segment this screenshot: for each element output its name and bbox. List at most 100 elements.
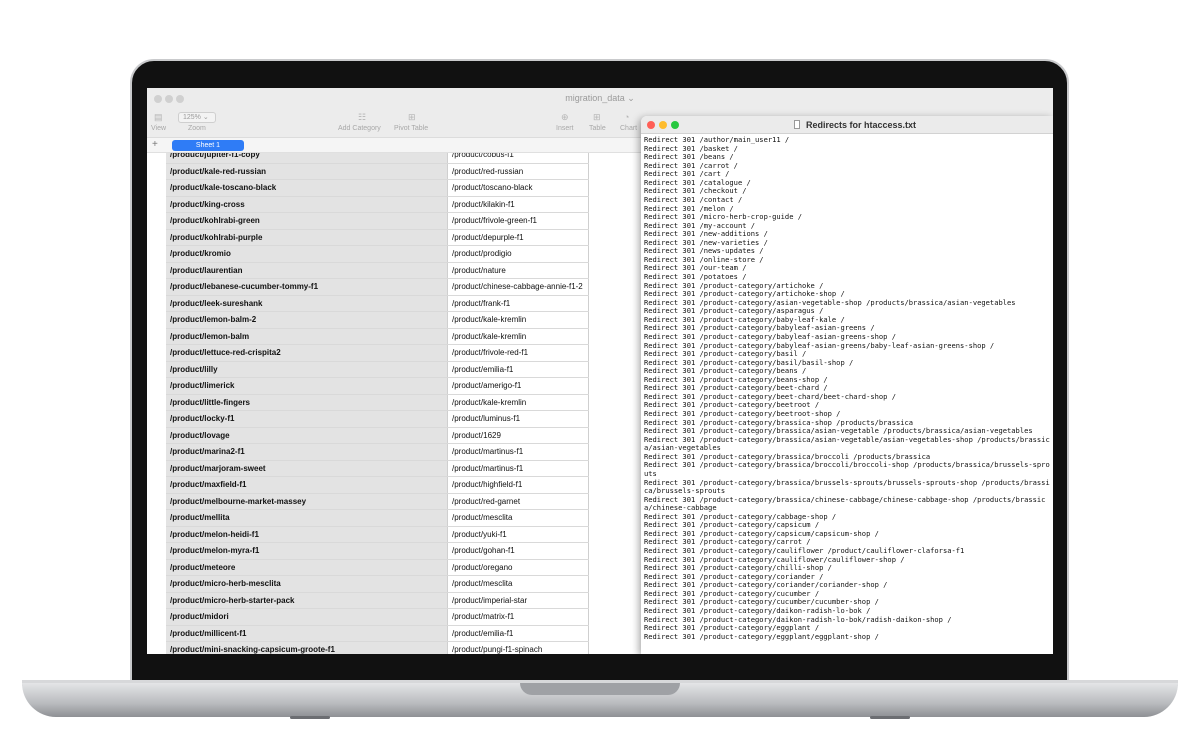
- new-url-cell[interactable]: /product/pungi-f1-spinach: [448, 642, 589, 654]
- add-category-button[interactable]: Add Category: [338, 125, 381, 132]
- new-url-cell[interactable]: /product/frivole-red-f1: [448, 345, 589, 361]
- new-url-cell[interactable]: /product/kilakin-f1: [448, 196, 589, 212]
- old-url-cell[interactable]: /product/marjoram-sweet: [166, 460, 448, 476]
- table-row[interactable]: /product/lettuce-red-crispita2/product/f…: [166, 345, 589, 362]
- table-row[interactable]: /product/kale-toscano-black/product/tosc…: [166, 180, 589, 197]
- new-url-cell[interactable]: /product/kale-kremlin: [448, 312, 589, 328]
- table-row[interactable]: /product/marjoram-sweet/product/martinus…: [166, 460, 589, 477]
- insert-button[interactable]: Insert: [556, 125, 574, 132]
- old-url-cell[interactable]: /product/midori: [166, 609, 448, 625]
- new-url-cell[interactable]: /product/chinese-cabbage-annie-f1-2: [448, 279, 589, 295]
- old-url-cell[interactable]: /product/kohlrabi-purple: [166, 229, 448, 245]
- new-url-cell[interactable]: /product/luminus-f1: [448, 411, 589, 427]
- table-row[interactable]: /product/midori/product/matrix-f1: [166, 609, 589, 626]
- table-row[interactable]: /product/leek-sureshank/product/frank-f1: [166, 295, 589, 312]
- new-url-cell[interactable]: /product/yuki-f1: [448, 526, 589, 542]
- textedit-zoom-button[interactable]: [671, 121, 679, 129]
- pivot-table-icon[interactable]: ⊞: [408, 112, 416, 123]
- table-row[interactable]: /product/mini-snacking-capsicum-groote-f…: [166, 642, 589, 654]
- old-url-cell[interactable]: /product/kohlrabi-green: [166, 213, 448, 229]
- new-url-cell[interactable]: /product/kale-kremlin: [448, 394, 589, 410]
- new-url-cell[interactable]: /product/depurple-f1: [448, 229, 589, 245]
- old-url-cell[interactable]: /product/lovage: [166, 427, 448, 443]
- old-url-cell[interactable]: /product/lettuce-red-crispita2: [166, 345, 448, 361]
- view-button-label[interactable]: View: [151, 125, 166, 132]
- table-row[interactable]: /product/lovage/product/1629: [166, 427, 589, 444]
- new-url-cell[interactable]: /product/1629: [448, 427, 589, 443]
- old-url-cell[interactable]: /product/micro-herb-starter-pack: [166, 592, 448, 608]
- new-url-cell[interactable]: /product/matrix-f1: [448, 609, 589, 625]
- new-url-cell[interactable]: /product/prodigio: [448, 246, 589, 262]
- new-url-cell[interactable]: /product/martinus-f1: [448, 460, 589, 476]
- old-url-cell[interactable]: /product/king-cross: [166, 196, 448, 212]
- table-row[interactable]: /product/marina2-f1/product/martinus-f1: [166, 444, 589, 461]
- textedit-close-button[interactable]: [647, 121, 655, 129]
- table-row[interactable]: /product/melon-myra-f1/product/gohan-f1: [166, 543, 589, 560]
- new-url-cell[interactable]: /product/red-garnet: [448, 493, 589, 509]
- old-url-cell[interactable]: /product/maxfield-f1: [166, 477, 448, 493]
- old-url-cell[interactable]: /product/mini-snacking-capsicum-groote-f…: [166, 642, 448, 654]
- old-url-cell[interactable]: /product/millicent-f1: [166, 625, 448, 641]
- new-url-cell[interactable]: /product/imperial-star: [448, 592, 589, 608]
- table-row[interactable]: /product/lebanese-cucumber-tommy-f1/prod…: [166, 279, 589, 296]
- old-url-cell[interactable]: /product/limerick: [166, 378, 448, 394]
- table-row[interactable]: /product/lilly/product/emilia-f1: [166, 361, 589, 378]
- old-url-cell[interactable]: /product/kale-toscano-black: [166, 180, 448, 196]
- textedit-minimize-button[interactable]: [659, 121, 667, 129]
- new-url-cell[interactable]: /product/toscano-black: [448, 180, 589, 196]
- old-url-cell[interactable]: /product/marina2-f1: [166, 444, 448, 460]
- table-row[interactable]: /product/maxfield-f1/product/highfield-f…: [166, 477, 589, 494]
- textedit-content[interactable]: Redirect 301 /author/main_user11 /Redire…: [644, 135, 1050, 641]
- old-url-cell[interactable]: /product/jupiter-f1-copy: [166, 153, 448, 163]
- table-row[interactable]: /product/melon-heidi-f1/product/yuki-f1: [166, 526, 589, 543]
- old-url-cell[interactable]: /product/meteore: [166, 559, 448, 575]
- table-row[interactable]: /product/jupiter-f1-copy/product/cobus-f…: [166, 153, 589, 164]
- table-icon[interactable]: ⊞: [593, 112, 601, 123]
- table-row[interactable]: /product/kohlrabi-green/product/frivole-…: [166, 213, 589, 230]
- new-url-cell[interactable]: /product/nature: [448, 262, 589, 278]
- old-url-cell[interactable]: /product/melbourne-market-massey: [166, 493, 448, 509]
- new-url-cell[interactable]: /product/mesclita: [448, 576, 589, 592]
- old-url-cell[interactable]: /product/lemon-balm: [166, 328, 448, 344]
- insert-icon[interactable]: ⊕: [561, 112, 569, 123]
- add-category-icon[interactable]: ☷: [358, 112, 366, 123]
- table-row[interactable]: /product/lemon-balm-2/product/kale-kreml…: [166, 312, 589, 329]
- old-url-cell[interactable]: /product/locky-f1: [166, 411, 448, 427]
- sidebar-icon[interactable]: ▤: [154, 112, 163, 123]
- old-url-cell[interactable]: /product/little-fingers: [166, 394, 448, 410]
- old-url-cell[interactable]: /product/micro-herb-mesclita: [166, 576, 448, 592]
- new-url-cell[interactable]: /product/red-russian: [448, 163, 589, 179]
- old-url-cell[interactable]: /product/kale-red-russian: [166, 163, 448, 179]
- table-row[interactable]: /product/mellita/product/mesclita: [166, 510, 589, 527]
- old-url-cell[interactable]: /product/lemon-balm-2: [166, 312, 448, 328]
- zoom-select[interactable]: 125% ⌄: [178, 112, 216, 123]
- new-url-cell[interactable]: /product/frivole-green-f1: [448, 213, 589, 229]
- sheet-tab[interactable]: Sheet 1: [172, 140, 244, 151]
- table-row[interactable]: /product/king-cross/product/kilakin-f1: [166, 196, 589, 213]
- new-url-cell[interactable]: /product/frank-f1: [448, 295, 589, 311]
- old-url-cell[interactable]: /product/lebanese-cucumber-tommy-f1: [166, 279, 448, 295]
- new-url-cell[interactable]: /product/emilia-f1: [448, 625, 589, 641]
- table-row[interactable]: /product/limerick/product/amerigo-f1: [166, 378, 589, 395]
- new-url-cell[interactable]: /product/oregano: [448, 559, 589, 575]
- old-url-cell[interactable]: /product/kromio: [166, 246, 448, 262]
- table-row[interactable]: /product/melbourne-market-massey/product…: [166, 493, 589, 510]
- table-button[interactable]: Table: [589, 125, 606, 132]
- old-url-cell[interactable]: /product/lilly: [166, 361, 448, 377]
- chart-button[interactable]: Chart: [620, 125, 637, 132]
- new-url-cell[interactable]: /product/martinus-f1: [448, 444, 589, 460]
- table-row[interactable]: /product/laurentian/product/nature: [166, 262, 589, 279]
- old-url-cell[interactable]: /product/melon-heidi-f1: [166, 526, 448, 542]
- old-url-cell[interactable]: /product/melon-myra-f1: [166, 543, 448, 559]
- table-row[interactable]: /product/lemon-balm/product/kale-kremlin: [166, 328, 589, 345]
- table-row[interactable]: /product/locky-f1/product/luminus-f1: [166, 411, 589, 428]
- new-url-cell[interactable]: /product/cobus-f1: [448, 153, 589, 163]
- new-url-cell[interactable]: /product/highfield-f1: [448, 477, 589, 493]
- old-url-cell[interactable]: /product/mellita: [166, 510, 448, 526]
- pivot-table-button[interactable]: Pivot Table: [394, 125, 428, 132]
- old-url-cell[interactable]: /product/laurentian: [166, 262, 448, 278]
- new-url-cell[interactable]: /product/emilia-f1: [448, 361, 589, 377]
- table-row[interactable]: /product/kromio/product/prodigio: [166, 246, 589, 263]
- table-row[interactable]: /product/micro-herb-mesclita/product/mes…: [166, 576, 589, 593]
- chart-icon[interactable]: ◔: [624, 112, 629, 122]
